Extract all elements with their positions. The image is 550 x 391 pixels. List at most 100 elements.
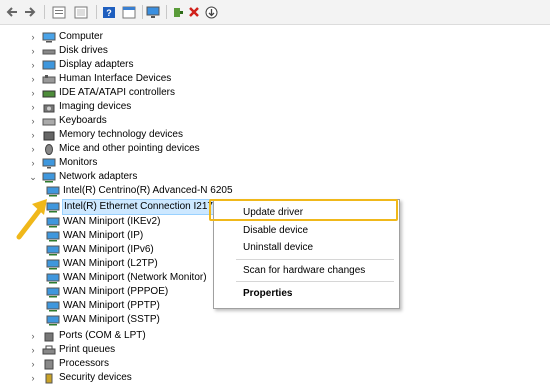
menu-item-scan-hardware[interactable]: Scan for hardware changes bbox=[214, 262, 399, 278]
keyboard-icon bbox=[42, 115, 56, 127]
tree-item-label: Security devices bbox=[59, 372, 132, 383]
tree-item-memory[interactable]: › Memory technology devices bbox=[28, 128, 183, 142]
menu-item-properties[interactable]: Properties bbox=[214, 285, 399, 301]
view-icon[interactable] bbox=[74, 5, 88, 19]
monitor-icon[interactable] bbox=[146, 5, 160, 19]
tree-item-label: Keyboards bbox=[59, 115, 107, 126]
mouse-icon bbox=[42, 143, 56, 155]
network-adapter-item[interactable]: WAN Miniport (SSTP) bbox=[42, 313, 160, 327]
toolbar: ? bbox=[0, 0, 550, 25]
help-icon[interactable]: ? bbox=[102, 5, 116, 19]
tree-item-security[interactable]: › Security devices bbox=[28, 371, 132, 385]
svg-text:?: ? bbox=[106, 8, 112, 18]
network-adapter-label: WAN Miniport (IPv6) bbox=[63, 244, 154, 255]
network-adapter-label: WAN Miniport (IKEv2) bbox=[63, 216, 161, 227]
hid-icon bbox=[42, 73, 56, 85]
network-adapter-icon bbox=[46, 272, 60, 284]
chevron-right-icon[interactable]: › bbox=[28, 128, 38, 142]
tree-item-label: Memory technology devices bbox=[59, 129, 183, 140]
update-driver-highlight bbox=[209, 199, 398, 221]
chevron-right-icon[interactable]: › bbox=[28, 44, 38, 58]
chevron-right-icon[interactable]: › bbox=[28, 114, 38, 128]
tree-item-computer[interactable]: › Computer bbox=[28, 30, 103, 44]
network-adapter-label: WAN Miniport (PPTP) bbox=[63, 300, 160, 311]
tree-item-processors[interactable]: › Processors bbox=[28, 357, 109, 371]
chevron-right-icon[interactable]: › bbox=[28, 100, 38, 114]
tree-item-network-adapters[interactable]: ⌄ Network adapters bbox=[28, 170, 137, 184]
chevron-down-icon[interactable]: ⌄ bbox=[28, 170, 38, 184]
tree-item-mice[interactable]: › Mice and other pointing devices bbox=[28, 142, 200, 156]
tree-item-label: Disk drives bbox=[59, 45, 108, 56]
tree-item-label: Display adapters bbox=[59, 59, 134, 70]
chevron-right-icon[interactable]: › bbox=[28, 371, 38, 385]
chevron-right-icon[interactable]: › bbox=[28, 86, 38, 100]
network-adapter-icon bbox=[46, 286, 60, 298]
tree-item-ports[interactable]: › Ports (COM & LPT) bbox=[28, 329, 146, 343]
chevron-right-icon[interactable]: › bbox=[28, 329, 38, 343]
tree-item-disk-drives[interactable]: › Disk drives bbox=[28, 44, 108, 58]
camera-icon bbox=[42, 101, 56, 113]
network-adapter-icon bbox=[46, 258, 60, 270]
menu-separator bbox=[236, 281, 394, 282]
tree-item-hid[interactable]: › Human Interface Devices bbox=[28, 72, 172, 86]
update-driver-icon[interactable] bbox=[205, 5, 218, 19]
network-adapter-item[interactable]: WAN Miniport (Network Monitor) bbox=[42, 271, 207, 285]
menu-separator bbox=[236, 259, 394, 260]
chevron-right-icon[interactable]: › bbox=[28, 357, 38, 371]
processor-icon bbox=[42, 358, 56, 370]
pointer-arrow-annotation bbox=[14, 195, 50, 244]
tree-item-label: Imaging devices bbox=[59, 101, 132, 112]
monitor-icon bbox=[42, 157, 56, 169]
chevron-right-icon[interactable]: › bbox=[28, 30, 38, 44]
tree-item-display-adapters[interactable]: › Display adapters bbox=[28, 58, 134, 72]
network-adapter-item[interactable]: WAN Miniport (PPTP) bbox=[42, 299, 160, 313]
tree-item-label: IDE ATA/ATAPI controllers bbox=[59, 87, 175, 98]
menu-item-disable-device[interactable]: Disable device bbox=[214, 222, 399, 238]
display-icon bbox=[42, 59, 56, 71]
tree-item-print-queues[interactable]: › Print queues bbox=[28, 343, 116, 357]
disk-icon bbox=[42, 45, 56, 57]
network-adapter-item[interactable]: WAN Miniport (L2TP) bbox=[42, 257, 158, 271]
port-icon bbox=[42, 330, 56, 342]
tree-item-imaging[interactable]: › Imaging devices bbox=[28, 100, 131, 114]
network-adapter-icon bbox=[46, 244, 60, 256]
network-adapter-label: WAN Miniport (SSTP) bbox=[63, 314, 160, 325]
network-adapter-label: Intel(R) Centrino(R) Advanced-N 6205 bbox=[63, 185, 233, 196]
properties-icon[interactable] bbox=[52, 5, 66, 19]
tree-item-monitors[interactable]: › Monitors bbox=[28, 156, 97, 170]
ide-icon bbox=[42, 87, 56, 99]
tree-item-label: Human Interface Devices bbox=[59, 73, 172, 84]
tree-item-label: Monitors bbox=[59, 157, 98, 168]
menu-item-uninstall-device[interactable]: Uninstall device bbox=[214, 239, 399, 255]
network-adapter-item[interactable]: WAN Miniport (IP) bbox=[42, 229, 143, 243]
uninstall-x-icon[interactable] bbox=[188, 5, 200, 19]
tree-item-keyboards[interactable]: › Keyboards bbox=[28, 114, 107, 128]
tree-item-ide[interactable]: › IDE ATA/ATAPI controllers bbox=[28, 86, 175, 100]
network-adapter-item[interactable]: Intel(R) Centrino(R) Advanced-N 6205 bbox=[42, 184, 233, 198]
computer-icon bbox=[42, 31, 56, 43]
network-adapter-item[interactable]: WAN Miniport (PPPOE) bbox=[42, 285, 168, 299]
network-adapter-item[interactable]: WAN Miniport (IKEv2) bbox=[42, 215, 160, 229]
chevron-right-icon[interactable]: › bbox=[28, 58, 38, 72]
printer-icon bbox=[42, 344, 56, 356]
tree-item-label: Processors bbox=[59, 358, 110, 369]
tree-item-label: Network adapters bbox=[59, 171, 138, 182]
chevron-right-icon[interactable]: › bbox=[28, 142, 38, 156]
panel-icon[interactable] bbox=[122, 5, 136, 19]
network-adapter-item[interactable]: WAN Miniport (IPv6) bbox=[42, 243, 154, 257]
chevron-right-icon[interactable]: › bbox=[28, 156, 38, 170]
network-adapter-label: Intel(R) Ethernet Connection I217- bbox=[61, 199, 219, 215]
tree-item-label: Print queues bbox=[59, 344, 116, 355]
network-adapter-icon bbox=[42, 171, 56, 183]
network-adapter-label: WAN Miniport (IP) bbox=[63, 230, 144, 241]
back-arrow-icon[interactable] bbox=[6, 5, 18, 19]
chevron-right-icon[interactable]: › bbox=[28, 72, 38, 86]
memory-icon bbox=[42, 129, 56, 141]
enable-device-icon[interactable] bbox=[172, 5, 184, 19]
chevron-right-icon[interactable]: › bbox=[28, 343, 38, 357]
network-adapter-item-selected[interactable]: Intel(R) Ethernet Connection I217- bbox=[42, 199, 219, 215]
tree-item-label: Mice and other pointing devices bbox=[59, 143, 200, 154]
forward-arrow-icon[interactable] bbox=[24, 5, 36, 19]
network-adapter-label: WAN Miniport (PPPOE) bbox=[63, 286, 169, 297]
network-adapter-icon bbox=[46, 300, 60, 312]
